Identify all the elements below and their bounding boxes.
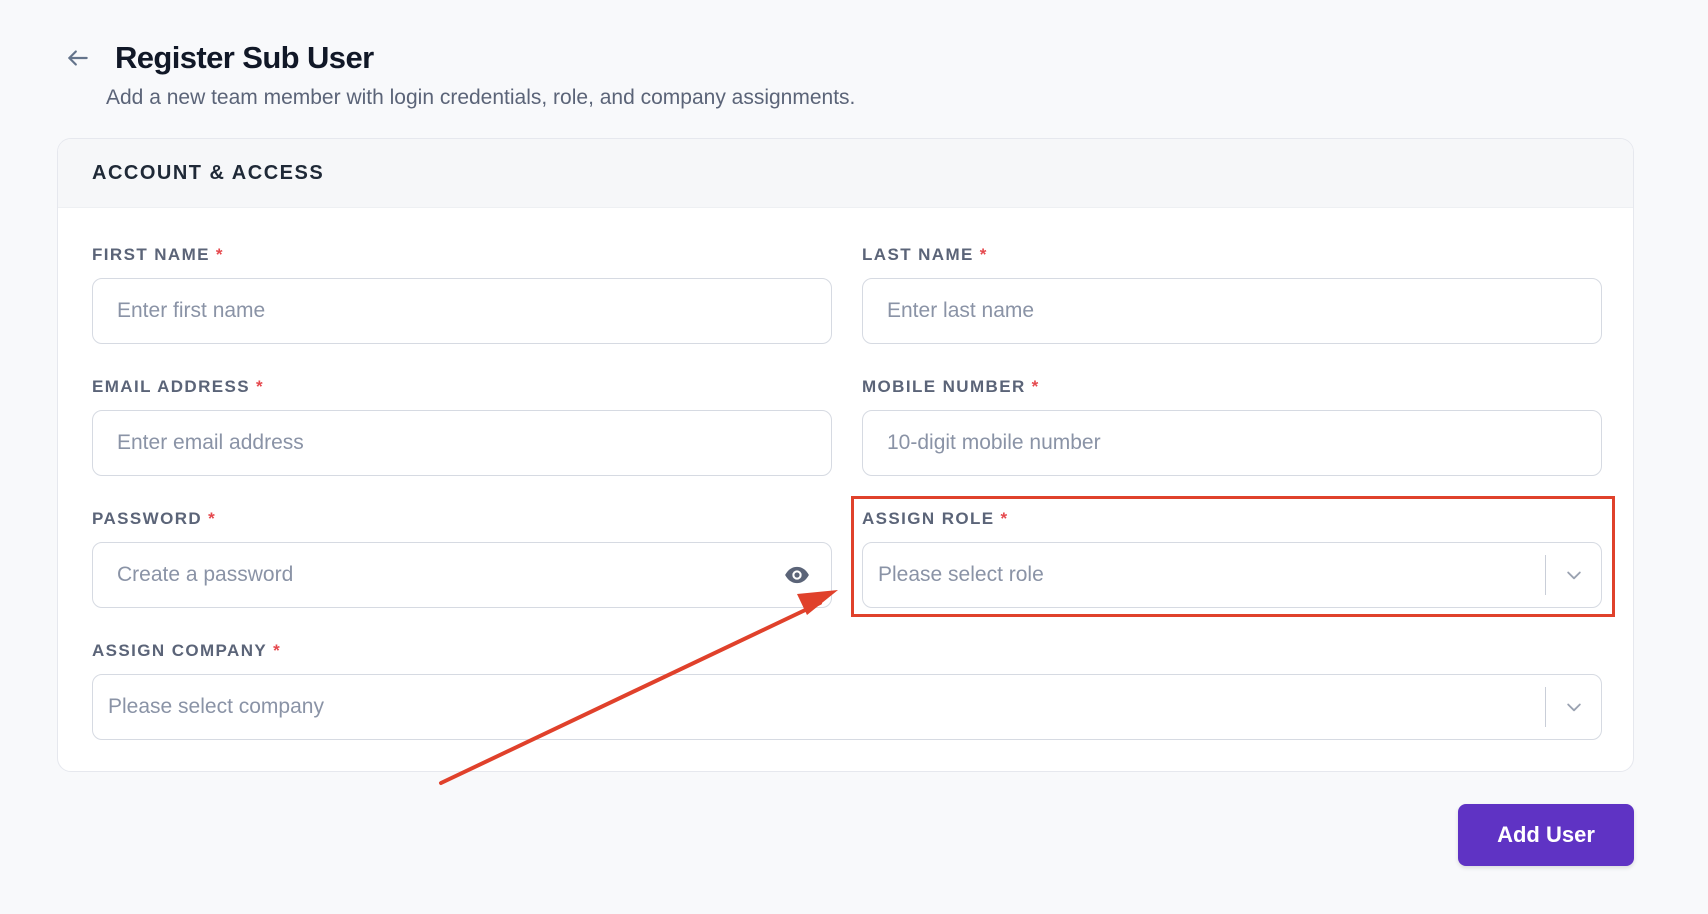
mobile-label: MOBILE NUMBER *	[862, 377, 1040, 396]
first-name-input-box	[92, 278, 832, 344]
assign-company-field: ASSIGN COMPANY * Please select company	[92, 640, 1602, 740]
arrow-left-icon	[68, 50, 88, 66]
first-name-label: FIRST NAME *	[92, 245, 224, 264]
assign-role-placeholder: Please select role	[878, 563, 1044, 586]
assign-company-label: ASSIGN COMPANY *	[92, 641, 282, 660]
assign-company-select[interactable]: Please select company	[92, 674, 1602, 740]
select-separator	[1545, 687, 1546, 727]
section-title: ACCOUNT & ACCESS	[92, 161, 325, 184]
required-marker: *	[256, 377, 265, 396]
card-header: ACCOUNT & ACCESS	[58, 139, 1633, 208]
required-marker: *	[1000, 509, 1009, 528]
mobile-input-box	[862, 410, 1602, 476]
page-title: Register Sub User	[115, 40, 374, 75]
password-label: PASSWORD *	[92, 509, 217, 528]
required-marker: *	[208, 509, 217, 528]
assign-role-dropdown-toggle[interactable]	[1561, 562, 1587, 588]
first-name-input[interactable]	[93, 279, 831, 343]
email-input[interactable]	[93, 411, 831, 475]
email-input-box	[92, 410, 832, 476]
password-input[interactable]	[93, 543, 831, 607]
account-access-card: ACCOUNT & ACCESS FIRST NAME* LAST NAME* …	[57, 138, 1634, 772]
assign-role-select[interactable]: Please select role	[862, 542, 1602, 608]
assign-role-label: ASSIGN ROLE *	[862, 509, 1009, 528]
password-field: PASSWORD *	[92, 508, 832, 608]
last-name-input[interactable]	[863, 279, 1601, 343]
email-label: EMAIL ADDRESS *	[92, 377, 265, 396]
toggle-password-visibility-button[interactable]	[783, 561, 811, 589]
assign-company-placeholder: Please select company	[108, 695, 324, 718]
eye-icon	[785, 566, 809, 584]
chevron-down-icon	[1567, 571, 1581, 580]
required-marker: *	[979, 245, 988, 264]
mobile-input[interactable]	[863, 411, 1601, 475]
required-marker: *	[215, 245, 224, 264]
password-input-box	[92, 542, 832, 608]
assign-company-dropdown-toggle[interactable]	[1561, 694, 1587, 720]
required-marker: *	[1031, 377, 1040, 396]
chevron-down-icon	[1567, 703, 1581, 712]
add-user-button[interactable]: Add User	[1458, 804, 1634, 866]
first-name-field: FIRST NAME *	[92, 244, 832, 344]
email-field: EMAIL ADDRESS *	[92, 376, 832, 476]
assign-role-field: ASSIGN ROLE * Please select role	[862, 508, 1602, 608]
mobile-field: MOBILE NUMBER *	[862, 376, 1602, 476]
page-subtitle: Add a new team member with login credent…	[106, 86, 856, 109]
required-marker: *	[273, 641, 282, 660]
back-button[interactable]	[64, 44, 92, 72]
select-separator	[1545, 555, 1546, 595]
last-name-field: LAST NAME *	[862, 244, 1602, 344]
last-name-input-box	[862, 278, 1602, 344]
last-name-label: LAST NAME *	[862, 245, 988, 264]
